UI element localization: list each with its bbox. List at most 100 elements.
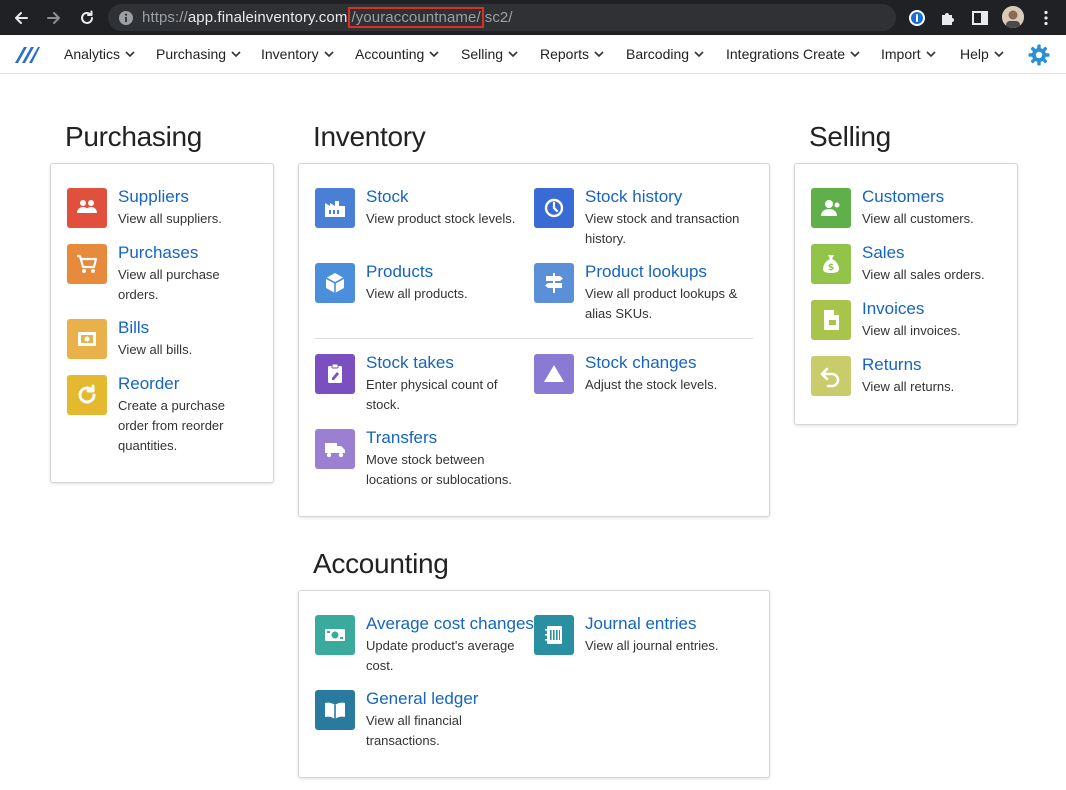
stock-changes-link[interactable]: Stock changes Adjust the stock levels. [534,353,754,398]
suppliers-link[interactable]: Suppliers View all suppliers. [67,187,267,232]
bill-icon [67,319,107,359]
nav-reports[interactable]: Reports [540,46,605,62]
sales-link[interactable]: $ Sales View all sales orders. [811,243,1011,288]
profile-avatar[interactable] [1002,6,1024,28]
reorder-title: Reorder [118,374,180,393]
nav-create-label: Create [803,46,846,62]
inventory-section-title: Inventory [313,121,426,152]
nav-inventory[interactable]: Inventory [261,46,335,62]
stock-takes-desc: Enter physical count of stock. [366,377,498,412]
chevron-down-icon [994,51,1004,58]
delta-triangle-icon [534,354,574,394]
general-ledger-desc: View all financial transactions. [366,713,462,748]
nav-help[interactable]: Help [960,46,1005,62]
customers-title: Customers [862,187,945,206]
chevron-down-icon [850,51,860,58]
cash-icon [315,615,355,655]
ledger-book-icon [315,690,355,730]
suppliers-icon [67,188,107,228]
reload-icon[interactable] [75,6,99,30]
general-ledger-link[interactable]: General ledger View all financial transa… [315,689,515,750]
purchasing-card: Suppliers View all suppliers. Purchases … [50,163,274,483]
settings-gear-icon[interactable] [1027,43,1051,72]
url-path: sc2/ [484,9,513,26]
reorder-link[interactable]: Reorder Create a purchase order from reo… [67,374,267,455]
purchases-desc: View all purchase orders. [118,267,220,302]
reorder-refresh-icon [67,375,107,415]
transfers-title: Transfers [366,428,438,447]
nav-selling[interactable]: Selling [461,46,519,62]
stock-changes-desc: Adjust the stock levels. [585,377,718,392]
address-bar[interactable]: https://app.finaleinventory.com/youracco… [108,4,896,31]
nav-analytics[interactable]: Analytics [64,46,136,62]
product-lookups-link[interactable]: Product lookups View all product lookups… [534,262,754,323]
product-lookups-title: Product lookups [585,262,707,281]
nav-purchasing-label: Purchasing [156,46,227,62]
stock-history-desc: View stock and transaction history. [585,211,740,246]
chevron-down-icon [594,51,604,58]
chevron-down-icon [231,51,241,58]
bills-link[interactable]: Bills View all bills. [67,318,267,363]
sales-title: Sales [862,243,905,262]
accounting-section-title: Accounting [313,548,449,579]
products-link[interactable]: Products View all products. [315,262,525,307]
nav-integrations-label: Integrations [726,46,800,62]
average-cost-changes-link[interactable]: Average cost changes Update product's av… [315,614,534,675]
url-scheme: https:// [142,9,188,26]
returns-link[interactable]: Returns View all returns. [811,355,1011,400]
returns-title: Returns [862,355,922,374]
nav-selling-label: Selling [461,46,504,62]
chevron-down-icon [324,51,334,58]
nav-barcoding-label: Barcoding [626,46,690,62]
money-bag-icon: $ [811,244,851,284]
truck-icon [315,429,355,469]
chevron-down-icon [429,51,439,58]
stock-desc: View product stock levels. [366,211,516,226]
product-lookups-desc: View all product lookups & alias SKUs. [585,286,738,321]
password-manager-icon[interactable] [906,7,928,29]
url-highlight: /youraccountname/ [348,7,484,28]
invoices-link[interactable]: Invoices View all invoices. [811,299,1011,344]
chevron-down-icon [508,51,518,58]
svg-text:$: $ [828,263,834,273]
journal-entries-link[interactable]: Journal entries View all journal entries… [534,614,754,659]
nav-barcoding[interactable]: Barcoding [626,46,705,62]
stock-history-link[interactable]: Stock history View stock and transaction… [534,187,754,248]
clipboard-icon [315,354,355,394]
return-arrow-icon [811,356,851,396]
finale-logo[interactable] [14,44,40,69]
nav-inventory-label: Inventory [261,46,319,62]
customers-link[interactable]: Customers View all customers. [811,187,1011,232]
products-title: Products [366,262,434,281]
url-text: https://app.finaleinventory.com/youracco… [142,7,513,28]
signpost-icon [534,263,574,303]
nav-create[interactable]: Create [803,46,861,62]
journal-entries-desc: View all journal entries. [585,638,719,653]
transfers-desc: Move stock between locations or sublocat… [366,452,512,487]
inventory-card: Stock View product stock levels. Stock h… [298,163,770,517]
nav-import-label: Import [881,46,921,62]
back-arrow-icon[interactable] [9,6,33,30]
nav-import[interactable]: Import [881,46,937,62]
warehouse-icon [315,188,355,228]
nav-integrations[interactable]: Integrations [726,46,799,62]
nav-accounting[interactable]: Accounting [355,46,440,62]
stock-changes-title: Stock changes [585,353,697,372]
accounting-card: Average cost changes Update product's av… [298,590,770,778]
nav-accounting-label: Accounting [355,46,425,62]
transfers-link[interactable]: Transfers Move stock between locations o… [315,428,535,489]
selling-section-title: Selling [809,121,891,152]
journal-book-icon [534,615,574,655]
inventory-divider [315,338,753,339]
stock-link[interactable]: Stock View product stock levels. [315,187,525,232]
purchases-link[interactable]: Purchases View all purchase orders. [67,243,267,304]
sidebar-toggle-icon[interactable] [969,7,991,29]
site-info-icon[interactable] [118,10,134,31]
stock-takes-link[interactable]: Stock takes Enter physical count of stoc… [315,353,525,414]
extensions-puzzle-icon[interactable] [937,7,959,29]
browser-toolbar: https://app.finaleinventory.com/youracco… [0,0,1066,35]
nav-purchasing[interactable]: Purchasing [156,46,242,62]
sales-desc: View all sales orders. [862,267,985,282]
browser-menu-icon[interactable] [1035,7,1057,29]
forward-arrow-icon[interactable] [42,6,66,30]
